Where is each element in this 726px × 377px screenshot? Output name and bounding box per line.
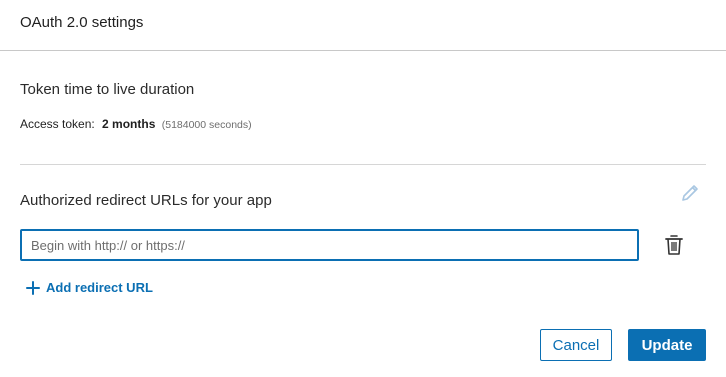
pencil-icon-svg — [682, 185, 698, 201]
trash-icon-svg — [665, 235, 683, 255]
update-button[interactable]: Update — [628, 329, 706, 361]
add-redirect-url-link[interactable]: Add redirect URL — [26, 280, 153, 295]
add-redirect-url-label: Add redirect URL — [46, 280, 153, 295]
access-token-label: Access token: — [20, 117, 95, 131]
trash-icon[interactable] — [663, 233, 685, 257]
redirect-url-input[interactable] — [20, 229, 639, 261]
access-token-seconds: (5184000 seconds) — [161, 119, 252, 131]
panel-title: OAuth 2.0 settings — [20, 14, 144, 31]
section-divider — [20, 164, 706, 165]
access-token-row: Access token: 2 months (5184000 seconds) — [20, 117, 252, 131]
oauth-settings-panel: OAuth 2.0 settings Token time to live du… — [0, 0, 726, 377]
redirect-urls-title: Authorized redirect URLs for your app — [20, 192, 272, 209]
access-token-value: 2 months — [102, 117, 156, 131]
token-ttl-title: Token time to live duration — [20, 81, 195, 98]
panel-header: OAuth 2.0 settings — [0, 0, 726, 51]
pencil-icon[interactable] — [679, 182, 701, 204]
cancel-button[interactable]: Cancel — [540, 329, 612, 361]
plus-icon — [26, 280, 40, 295]
